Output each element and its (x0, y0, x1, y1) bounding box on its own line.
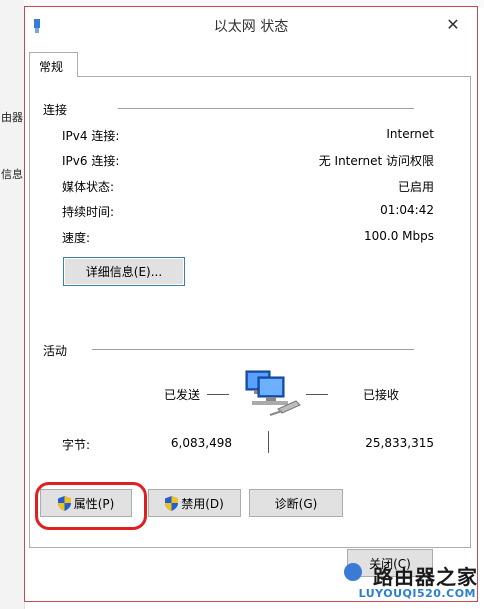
ipv6-connectivity-label: IPv6 连接: (62, 154, 120, 168)
disable-button-label: 禁用(D) (181, 496, 224, 511)
received-label: 已接收 (363, 388, 400, 402)
title-bar: 以太网 状态 ✕ (25, 7, 477, 43)
connection-group-label: 连接 (43, 103, 68, 117)
close-icon[interactable]: ✕ (443, 15, 463, 35)
ipv4-connectivity-value: Internet (386, 127, 434, 141)
watermark-url: LUYOUQI520.COM (358, 587, 476, 600)
globe-icon (344, 563, 362, 581)
activity-group-divider (92, 349, 414, 350)
ethernet-status-dialog: 以太网 状态 ✕ 常规 连接 IPv4 连接: Internet IPv6 连接… (24, 6, 478, 602)
background-text-fragment: 由器 (1, 111, 23, 124)
window-title: 以太网 状态 (213, 19, 289, 35)
speed-label: 速度: (62, 231, 91, 245)
bytes-divider (268, 431, 269, 453)
background-window-strip: 由器 信息 (0, 0, 25, 609)
highlight-annotation (35, 482, 147, 530)
ipv4-connectivity-label: IPv4 连接: (62, 129, 120, 143)
duration-label: 持续时间: (62, 205, 115, 219)
watermark-title: 路由器之家 (373, 565, 478, 589)
watermark-logo: 路由器之家 LUYOUQI520.COM (344, 561, 478, 603)
tab-strip: 常规 (29, 52, 471, 77)
diagnose-button[interactable]: 诊断(G) (249, 489, 343, 517)
connection-group-divider (118, 108, 414, 109)
ipv6-connectivity-value: 无 Internet 访问权限 (318, 154, 434, 168)
disable-button[interactable]: 禁用(D) (148, 489, 241, 517)
network-computers-icon (245, 370, 301, 416)
general-tab-panel: 连接 IPv4 连接: Internet IPv6 连接: 无 Internet… (29, 76, 471, 548)
sent-dash (207, 394, 229, 395)
bytes-received-value: 25,833,315 (365, 436, 434, 450)
uac-shield-icon (165, 495, 179, 511)
tab-general[interactable]: 常规 (29, 52, 78, 77)
background-text-fragment: 信息 (1, 168, 23, 181)
duration-value: 01:04:42 (380, 203, 434, 217)
bytes-label: 字节: (62, 438, 91, 452)
bytes-sent-value: 6,083,498 (170, 436, 232, 450)
details-button[interactable]: 详细信息(E)... (63, 257, 185, 286)
media-state-label: 媒体状态: (62, 180, 115, 194)
sent-label: 已发送 (164, 388, 201, 402)
activity-group-label: 活动 (43, 344, 68, 358)
speed-value: 100.0 Mbps (363, 229, 434, 243)
received-dash (306, 394, 328, 395)
media-state-value: 已启用 (397, 180, 434, 194)
